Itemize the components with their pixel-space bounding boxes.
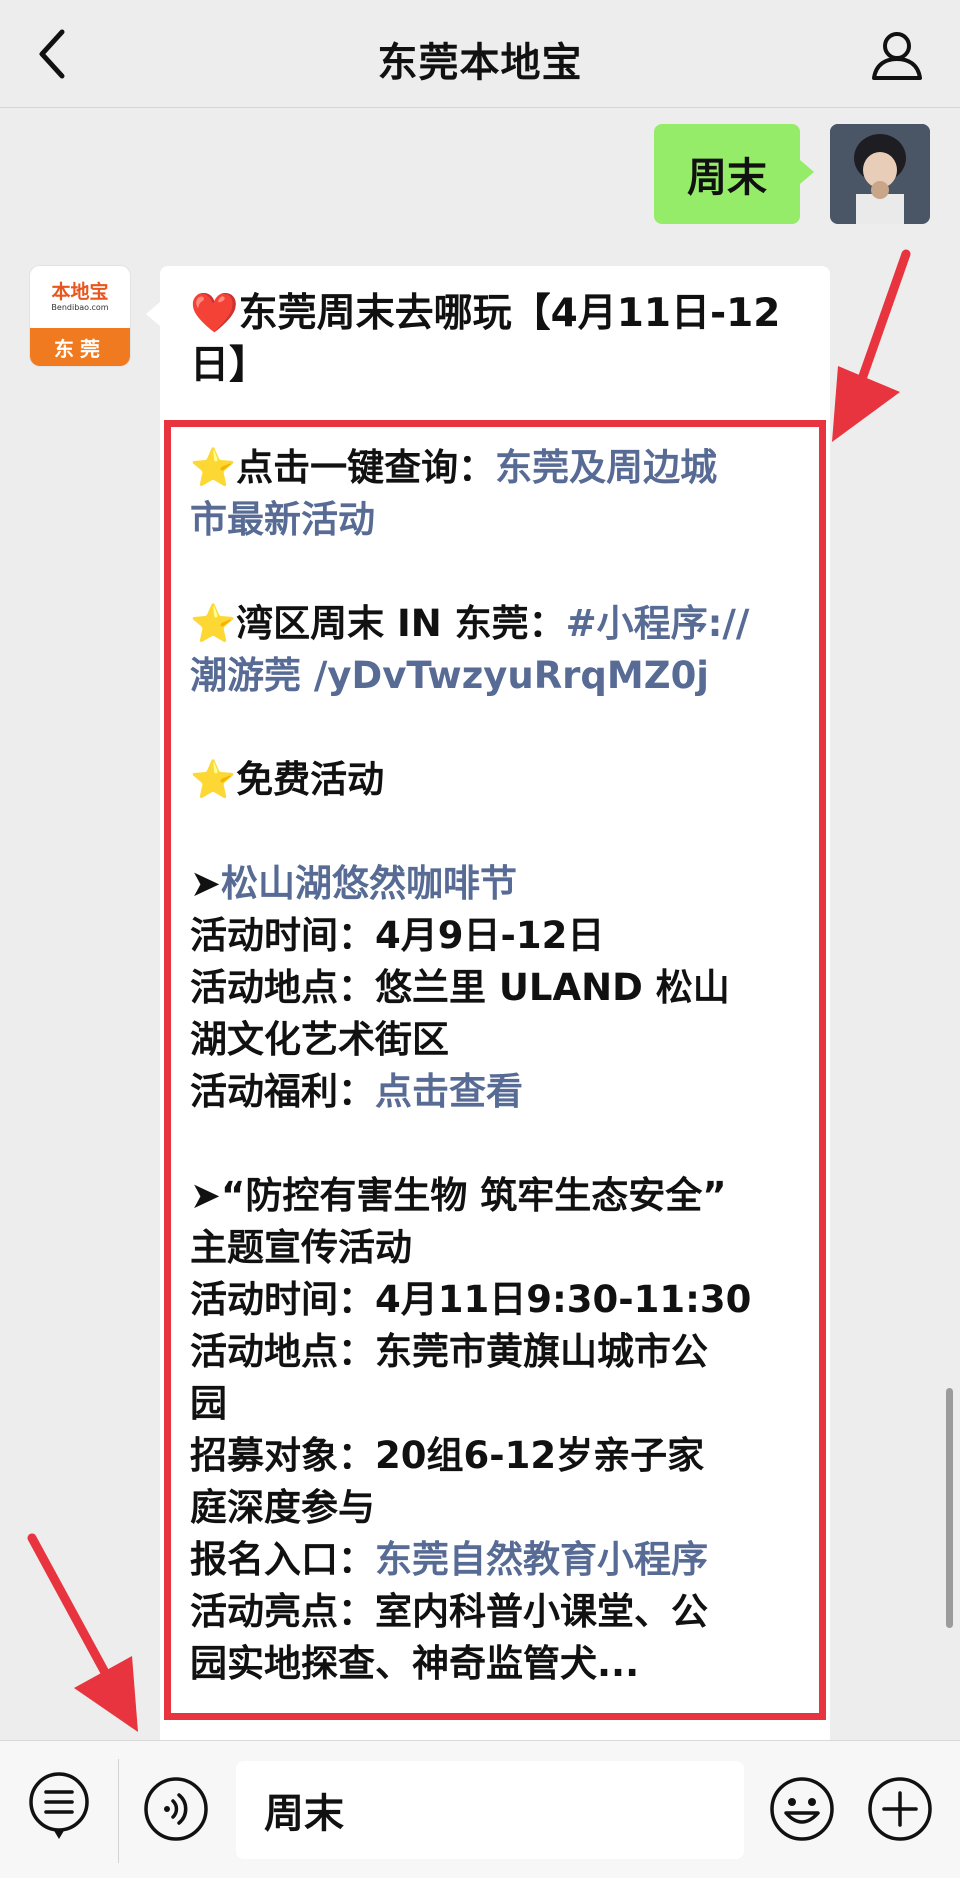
profile-icon — [872, 32, 922, 80]
latest-activities-link-cont[interactable]: 市最新活动 — [190, 494, 810, 546]
page-title: 东莞本地宝 — [377, 40, 583, 86]
logo-subtext: Bendibao.com — [51, 303, 109, 312]
section-label: 湾区周末 IN 东莞： — [236, 602, 566, 645]
user-avatar[interactable] — [830, 124, 930, 224]
event-place: 活动地点：悠兰里 ULAND 松山 — [190, 962, 810, 1014]
field-label: 活动地点： — [190, 1330, 375, 1373]
event-title: ➤“防控有害生物 筑牢生态安全” — [190, 1170, 810, 1222]
menu-button[interactable] — [24, 1769, 94, 1843]
bullet-arrow-icon: ➤ — [190, 862, 222, 905]
input-bar — [0, 1740, 960, 1878]
divider — [118, 1759, 119, 1863]
message-title: ❤️东莞周末去哪玩【4月11日-12日】 — [190, 288, 810, 392]
event-target: 招募对象：20组6-12岁亲子家 — [190, 1430, 810, 1482]
field-label: 活动时间： — [190, 1278, 375, 1321]
message-title-text: 东莞周末去哪玩【4月11日-12日】 — [190, 291, 781, 388]
message-input[interactable] — [236, 1761, 744, 1859]
voice-icon — [144, 1777, 208, 1841]
account-avatar[interactable]: 本地宝 Bendibao.com 东莞 — [30, 266, 130, 366]
mini-program-link-cont[interactable]: 潮游莞 /yDvTwzyuRrqMZ0j — [190, 650, 810, 702]
annotation-arrow-bottom-left — [27, 1533, 138, 1732]
more-button[interactable] — [866, 1775, 934, 1843]
event-benefit: 活动福利：点击查看 — [190, 1066, 810, 1118]
event-title: ➤松山湖悠然咖啡节 — [190, 858, 810, 910]
star-icon: ⭐ — [190, 758, 237, 801]
plus-icon — [868, 1777, 932, 1841]
logo-text: 本地宝 — [51, 281, 109, 303]
section-query: ⭐点击一键查询：东莞及周边城 — [190, 442, 810, 494]
menu-icon — [29, 1772, 89, 1839]
heart-icon: ❤️ — [190, 291, 239, 336]
view-benefit-link[interactable]: 点击查看 — [375, 1070, 523, 1113]
scrollbar[interactable] — [946, 1388, 953, 1628]
outgoing-message-text: 周末 — [687, 155, 767, 201]
event-highlight: 活动亮点：室内科普小课堂、公 — [190, 1586, 810, 1638]
field-value: 4月9日-12日 — [375, 914, 605, 957]
section-bay-area: ⭐湾区周末 IN 东莞：#小程序:// — [190, 598, 810, 650]
event-place-cont: 湖文化艺术街区 — [190, 1018, 449, 1061]
star-icon: ⭐ — [190, 602, 237, 645]
event-name-cont: 主题宣传活动 — [190, 1226, 412, 1269]
emoji-icon — [770, 1777, 834, 1841]
section-label: 点击一键查询： — [236, 446, 496, 489]
field-value: 东莞市黄旗山城市公 — [375, 1330, 708, 1373]
field-label: 活动地点： — [190, 966, 375, 1009]
chat-area[interactable]: 周末 本地宝 Bendibao.com 东莞 ❤️东莞周末去哪玩【4月11日-1… — [0, 108, 960, 1740]
event-signup: 报名入口：东莞自然教育小程序 — [190, 1534, 810, 1586]
incoming-message-bubble[interactable]: ❤️东莞周末去哪玩【4月11日-12日】 ⭐点击一键查询：东莞及周边城 市最新活… — [146, 266, 830, 1740]
latest-activities-link[interactable]: 东莞及周边城 — [495, 446, 717, 489]
mini-program-link[interactable]: #小程序:// — [566, 602, 750, 645]
event-name: “防控有害生物 筑牢生态安全” — [221, 1174, 727, 1217]
field-value: 20组6-12岁亲子家 — [375, 1434, 705, 1477]
field-value: 4月11日9:30-11:30 — [375, 1278, 752, 1321]
avatar-city: 东莞 — [30, 328, 130, 366]
annotation-arrow-top-right — [832, 249, 911, 442]
event-place-cont: 园 — [190, 1382, 227, 1425]
section-free: ⭐免费活动 — [190, 754, 810, 806]
signup-mini-program-link[interactable]: 东莞自然教育小程序 — [375, 1538, 708, 1581]
message-body: ⭐点击一键查询：东莞及周边城 市最新活动 ⭐湾区周末 IN 东莞：#小程序://… — [190, 442, 810, 1690]
user-photo-icon — [830, 124, 930, 224]
navigation-bar: 东莞本地宝 — [0, 0, 960, 108]
event-time: 活动时间：4月9日-12日 — [190, 910, 810, 962]
field-label: 报名入口： — [190, 1538, 375, 1581]
section-label: 免费活动 — [236, 758, 385, 801]
event-highlight-cont: 园实地探查、神奇监管犬... — [190, 1642, 640, 1685]
field-label: 招募对象： — [190, 1434, 375, 1477]
avatar-logo: 本地宝 Bendibao.com — [30, 266, 130, 328]
emoji-button[interactable] — [768, 1775, 836, 1843]
event-place: 活动地点：东莞市黄旗山城市公 — [190, 1326, 810, 1378]
profile-button[interactable] — [870, 28, 924, 82]
event-name-link[interactable]: 松山湖悠然咖啡节 — [221, 862, 517, 905]
field-value: 悠兰里 ULAND 松山 — [375, 966, 730, 1009]
field-label: 活动时间： — [190, 914, 375, 957]
field-label: 活动亮点： — [190, 1590, 375, 1633]
event-target-cont: 庭深度参与 — [190, 1486, 375, 1529]
field-value: 室内科普小课堂、公 — [375, 1590, 708, 1633]
event-time: 活动时间：4月11日9:30-11:30 — [190, 1274, 810, 1326]
bullet-arrow-icon: ➤ — [190, 1174, 222, 1217]
star-icon: ⭐ — [190, 446, 237, 489]
field-label: 活动福利： — [190, 1070, 375, 1113]
voice-button[interactable] — [142, 1775, 210, 1843]
outgoing-message-bubble[interactable]: 周末 — [654, 124, 814, 224]
